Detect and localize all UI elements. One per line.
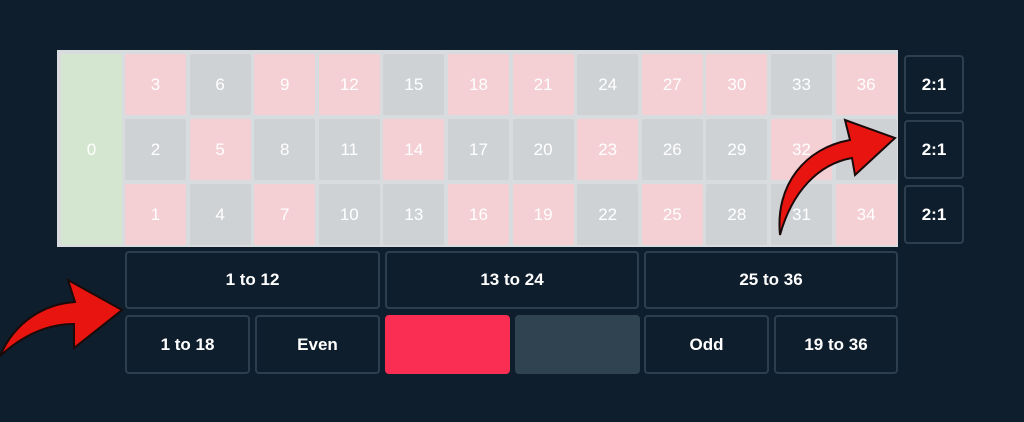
number-cell-11[interactable]: 11 (318, 119, 380, 180)
column-bet-top[interactable]: 2:1 (904, 55, 964, 114)
number-cell-6[interactable]: 6 (189, 54, 251, 115)
number-cell-27[interactable]: 27 (641, 54, 703, 115)
black-bet-button[interactable] (515, 315, 640, 374)
number-cell-9[interactable]: 9 (254, 54, 316, 115)
red-bet-button[interactable] (385, 315, 510, 374)
zero-cell[interactable]: 0 (61, 54, 122, 245)
odd-bet-button[interactable]: Odd (644, 315, 769, 374)
dozen-bet-second[interactable]: 13 to 24 (385, 251, 639, 309)
number-cell-14[interactable]: 14 (383, 119, 445, 180)
number-cell-15[interactable]: 15 (383, 54, 445, 115)
number-cell-1[interactable]: 1 (125, 184, 186, 245)
number-cell-25[interactable]: 25 (641, 184, 703, 245)
number-cell-4[interactable]: 4 (189, 184, 251, 245)
number-cell-7[interactable]: 7 (254, 184, 316, 245)
number-cell-16[interactable]: 16 (448, 184, 509, 245)
number-cell-10[interactable]: 10 (318, 184, 380, 245)
column-bet-middle[interactable]: 2:1 (904, 120, 964, 179)
number-cell-23[interactable]: 23 (577, 119, 639, 180)
dozen-bet-third[interactable]: 25 to 36 (644, 251, 898, 309)
number-cell-24[interactable]: 24 (577, 54, 639, 115)
number-cell-19[interactable]: 19 (512, 184, 574, 245)
column-bet-bottom[interactable]: 2:1 (904, 185, 964, 244)
number-cell-20[interactable]: 20 (512, 119, 574, 180)
number-cell-21[interactable]: 21 (512, 54, 574, 115)
number-cell-22[interactable]: 22 (577, 184, 639, 245)
number-cell-5[interactable]: 5 (189, 119, 251, 180)
number-cell-8[interactable]: 8 (254, 119, 316, 180)
number-cell-26[interactable]: 26 (641, 119, 703, 180)
number-cell-12[interactable]: 12 (318, 54, 380, 115)
number-cell-17[interactable]: 17 (448, 119, 509, 180)
number-cell-30[interactable]: 30 (706, 54, 768, 115)
dozen-bet-first[interactable]: 1 to 12 (125, 251, 380, 309)
number-cell-2[interactable]: 2 (125, 119, 186, 180)
red-arrow-icon (0, 277, 124, 357)
low-bet-button[interactable]: 1 to 18 (125, 315, 250, 374)
red-arrow-icon (778, 118, 897, 236)
number-cell-13[interactable]: 13 (383, 184, 445, 245)
number-cell-18[interactable]: 18 (448, 54, 509, 115)
number-cell-28[interactable]: 28 (706, 184, 768, 245)
even-bet-button[interactable]: Even (255, 315, 380, 374)
number-cell-29[interactable]: 29 (706, 119, 768, 180)
high-bet-button[interactable]: 19 to 36 (774, 315, 898, 374)
number-cell-3[interactable]: 3 (125, 54, 186, 115)
